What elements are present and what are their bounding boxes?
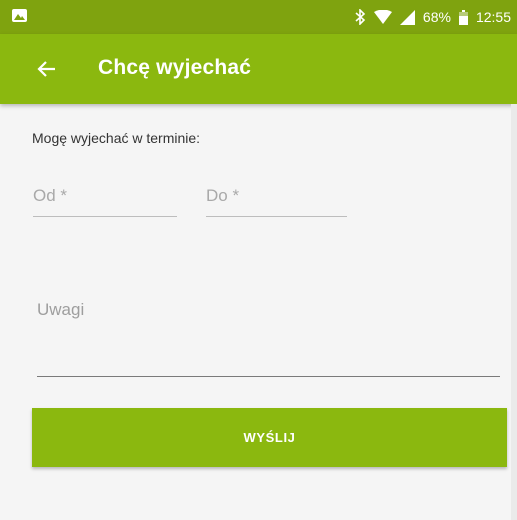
status-icons: 68% 12:55 [355, 0, 511, 34]
from-date-field[interactable]: Od * [33, 176, 177, 217]
notes-field[interactable]: Uwagi [37, 298, 500, 377]
image-notification-icon [12, 9, 27, 22]
signal-icon [399, 9, 415, 25]
to-date-placeholder: Do * [206, 186, 240, 205]
page-title: Chcę wyjechać [98, 56, 252, 79]
battery-percent: 68% [422, 9, 451, 25]
date-range-label: Mogę wyjechać w terminie: [32, 130, 201, 146]
bluetooth-icon [355, 9, 366, 25]
arrow-back-icon[interactable] [36, 59, 56, 79]
status-bar: 68% 12:55 [0, 0, 517, 34]
notes-placeholder: Uwagi [37, 300, 85, 319]
status-time: 12:55 [475, 9, 511, 25]
battery-icon [458, 9, 468, 25]
wifi-icon [373, 10, 392, 24]
scroll-edge [511, 104, 517, 520]
send-button[interactable]: WYŚLIJ [32, 408, 507, 467]
from-date-placeholder: Od * [33, 186, 68, 205]
app-bar: Chcę wyjechać [0, 34, 517, 104]
to-date-field[interactable]: Do * [206, 176, 347, 217]
